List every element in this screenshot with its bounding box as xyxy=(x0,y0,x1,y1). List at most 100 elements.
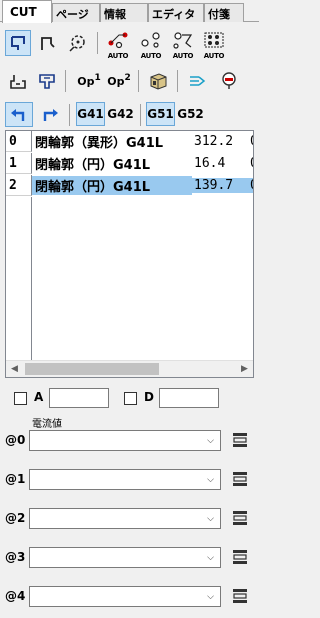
row-name: 閉輪郭（円）G41L xyxy=(32,176,192,195)
tab-editor[interactable]: エディタ xyxy=(148,3,204,22)
tab-page[interactable]: ページ xyxy=(52,3,100,22)
horizontal-scrollbar[interactable]: ◀ ▶ xyxy=(6,360,253,377)
at1-label: @1 xyxy=(5,472,26,486)
row-more: 0 xyxy=(250,178,253,193)
export-button[interactable] xyxy=(184,68,210,94)
path-step-button[interactable] xyxy=(34,30,60,56)
auto-node-button-4[interactable]: AUTO xyxy=(200,29,228,60)
at4-edit-button[interactable] xyxy=(232,588,248,604)
current-label: 電流値 xyxy=(32,419,62,430)
toolbar-separator xyxy=(69,104,70,126)
row-index: 0 xyxy=(6,131,32,152)
row-more: 0 xyxy=(250,156,253,171)
path-mode-button[interactable] xyxy=(5,30,31,56)
op2-sup: 2 xyxy=(124,73,131,83)
tab-sticky[interactable]: 付箋 xyxy=(204,3,244,22)
at1-edit-button[interactable] xyxy=(232,471,248,487)
chevron-down-icon[interactable]: ⌵ xyxy=(203,589,218,604)
at0-label: @0 xyxy=(5,433,26,447)
index-column-border xyxy=(6,197,32,360)
row-value: 16.4 xyxy=(194,156,226,171)
toolbar-separator xyxy=(177,70,178,92)
auto-label: AUTO xyxy=(203,52,225,60)
at0-combobox[interactable]: ⌵ xyxy=(29,430,221,451)
path-rotate-button[interactable] xyxy=(64,30,90,56)
a-input[interactable] xyxy=(49,388,109,408)
chevron-down-icon[interactable]: ⌵ xyxy=(203,550,218,565)
tab-bar: CUT ページ 情報 エディタ 付箋 xyxy=(0,0,259,23)
at3-edit-button[interactable] xyxy=(232,549,248,565)
list-row[interactable]: 1 閉輪郭（円）G41L 16.4 0 xyxy=(6,153,253,174)
row-index: 2 xyxy=(6,175,32,196)
row-name: 閉輪郭（円）G41L xyxy=(35,158,151,173)
auto-grid-icon xyxy=(204,32,224,48)
auto-label: AUTO xyxy=(140,52,162,60)
auto-route-icon xyxy=(173,32,193,49)
row-index: 1 xyxy=(6,153,32,174)
row-more: 0 xyxy=(250,134,253,149)
cut-list[interactable]: 0 閉輪郭（異形）G41L 312.2 0 1 閉輪郭（円）G41L 16.4 … xyxy=(5,130,254,378)
at0-edit-button[interactable] xyxy=(232,432,248,448)
stack-order-icon xyxy=(10,75,26,89)
at2-combobox[interactable]: ⌵ xyxy=(29,508,221,529)
auto-label: AUTO xyxy=(107,52,129,60)
material-block-icon xyxy=(150,73,167,90)
d-checkbox[interactable] xyxy=(124,392,137,405)
toolbar-path: AUTO AUTO AUTO AUTO xyxy=(0,28,259,60)
row-value: 312.2 xyxy=(194,134,234,149)
at4-combobox[interactable]: ⌵ xyxy=(29,586,221,607)
op1-sup: 1 xyxy=(94,73,101,83)
chevron-down-icon[interactable]: ⌵ xyxy=(203,433,218,448)
turn-left-arrow-icon xyxy=(11,108,25,121)
path-step-icon xyxy=(41,37,55,50)
auto-node-button-3[interactable]: AUTO xyxy=(169,29,197,60)
at2-label: @2 xyxy=(5,511,26,525)
at2-edit-button[interactable] xyxy=(232,510,248,526)
scroll-left-icon[interactable]: ◀ xyxy=(6,361,23,377)
material-button[interactable] xyxy=(145,68,171,94)
tab-cut[interactable]: CUT xyxy=(2,0,52,23)
op1-button[interactable]: Op 1 xyxy=(74,68,104,94)
at1-combobox[interactable]: ⌵ xyxy=(29,469,221,490)
chevron-down-icon[interactable]: ⌵ xyxy=(203,511,218,526)
toolbar-g-codes: G41 G42 G51 G52 xyxy=(0,101,259,129)
op1-label: Op xyxy=(77,74,95,88)
list-row-selected[interactable]: 2 閉輪郭（円）G41L 139.7 0 xyxy=(6,175,253,196)
at3-combobox[interactable]: ⌵ xyxy=(29,547,221,568)
toolbar-separator xyxy=(97,32,98,54)
direction-left-button[interactable] xyxy=(5,102,33,127)
scroll-thumb[interactable] xyxy=(25,363,159,375)
a-checkbox[interactable] xyxy=(14,392,27,405)
rotate-path-icon xyxy=(69,35,85,52)
d-label: D xyxy=(144,390,154,404)
auto-node-button-1[interactable]: AUTO xyxy=(104,29,132,60)
list-row[interactable]: 0 閉輪郭（異形）G41L 312.2 0 xyxy=(6,131,253,152)
toolbar-separator xyxy=(65,70,66,92)
g52-button[interactable]: G52 xyxy=(176,102,205,126)
cut-order-button[interactable] xyxy=(34,68,60,94)
toolbar-separator xyxy=(140,104,141,126)
op2-label: Op xyxy=(107,74,125,88)
auto-node-button-2[interactable]: AUTO xyxy=(137,29,165,60)
row-name: 閉輪郭（異形）G41L xyxy=(35,136,164,151)
d-input[interactable] xyxy=(159,388,219,408)
a-label: A xyxy=(34,390,44,404)
export-arrow-icon xyxy=(190,76,206,86)
stop-button[interactable] xyxy=(216,68,242,94)
g41-button[interactable]: G41 xyxy=(76,102,105,126)
g42-button[interactable]: G42 xyxy=(106,102,135,126)
at3-label: @3 xyxy=(5,550,26,564)
auto-circles-icon xyxy=(141,32,160,48)
toolbar-separator xyxy=(138,70,139,92)
auto-nodes-icon xyxy=(108,32,128,49)
scroll-right-icon[interactable]: ▶ xyxy=(236,361,253,377)
tab-info[interactable]: 情報 xyxy=(100,3,148,22)
direction-right-button[interactable] xyxy=(36,102,64,127)
at4-label: @4 xyxy=(5,589,26,603)
auto-label: AUTO xyxy=(172,52,194,60)
g51-button[interactable]: G51 xyxy=(146,102,175,126)
chevron-down-icon[interactable]: ⌵ xyxy=(203,472,218,487)
order-button[interactable] xyxy=(5,68,31,94)
turn-right-arrow-icon xyxy=(43,108,58,121)
op2-button[interactable]: Op 2 xyxy=(104,68,134,94)
